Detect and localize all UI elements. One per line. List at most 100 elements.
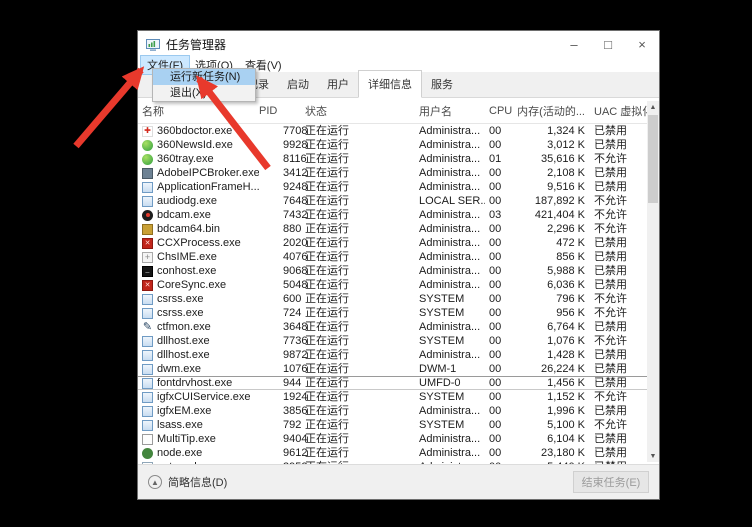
- process-status: 正在运行: [305, 419, 349, 431]
- circle-green-icon: [142, 153, 153, 165]
- process-row[interactable]: dllhost.exe 7736 正在运行 SYSTEM 00 1,076 K 不允许: [138, 334, 659, 348]
- process-memory: 1,456 K: [547, 377, 585, 389]
- process-row[interactable]: audiodg.exe 7648 正在运行 LOCAL SER... 00 187,892…: [138, 194, 659, 208]
- column-header-6[interactable]: UAC 虚拟化: [590, 103, 654, 119]
- process-name: MultiTip.exe: [157, 433, 216, 445]
- column-header-2[interactable]: 状态: [305, 103, 419, 119]
- column-header-0[interactable]: 名称: [138, 103, 259, 119]
- circle-green-icon: [142, 139, 153, 151]
- process-user: SYSTEM: [419, 419, 465, 431]
- process-row[interactable]: 360NewsId.exe 9928 正在运行 Administra... 00 3,01…: [138, 138, 659, 152]
- process-uac: 已禁用: [594, 405, 627, 417]
- process-name: fontdrvhost.exe: [157, 377, 233, 389]
- process-uac: 不允许: [594, 293, 627, 305]
- process-status: 正在运行: [305, 125, 349, 137]
- process-cpu: 00: [489, 251, 502, 263]
- process-row[interactable]: CoreSync.exe 5048正在运行 Administra... 00 6,036…: [138, 278, 659, 292]
- process-row[interactable]: csrss.exe 600 正在运行 SYSTEM 00 796 K 不允许: [138, 292, 659, 306]
- process-pid: 792: [283, 419, 302, 431]
- minimize-button[interactable]: –: [557, 31, 591, 57]
- process-user: Administra...: [419, 447, 481, 459]
- column-header-5[interactable]: 内存(活动的...: [513, 103, 590, 119]
- process-user: Administra...: [419, 251, 481, 263]
- process-pid: 7432: [283, 209, 308, 221]
- process-status: 正在运行: [305, 181, 349, 193]
- process-pid: 9612: [283, 447, 308, 459]
- process-uac: 已禁用: [594, 237, 627, 249]
- process-name: igfxEM.exe: [157, 405, 212, 417]
- process-row[interactable]: node.exe 9612 正在运行 Administra... 00 23,180 K 已…: [138, 446, 659, 460]
- tab-详细信息[interactable]: 详细信息: [358, 70, 422, 98]
- column-header-1[interactable]: PID: [259, 105, 305, 117]
- process-status: 正在运行: [305, 265, 349, 277]
- process-row[interactable]: CCXProcess.exe 2020正在运行 Administra... 00 472…: [138, 236, 659, 250]
- scrollbar[interactable]: ▲ ▼: [647, 101, 659, 462]
- column-header-3[interactable]: 用户名: [419, 103, 485, 119]
- file-menu-item-1[interactable]: 退出(X): [153, 85, 255, 101]
- process-name: audiodg.exe: [157, 195, 217, 207]
- fewer-details-toggle[interactable]: ▲ 简略信息(D): [148, 474, 227, 490]
- process-uac: 不允许: [594, 153, 627, 165]
- process-row[interactable]: conhost.exe 9068正在运行 Administra... 00 5,988 …: [138, 264, 659, 278]
- process-memory: 421,404 K: [534, 209, 585, 221]
- process-cpu: 00: [489, 433, 502, 445]
- process-row[interactable]: ChsIME.exe 4076正在运行 Administra... 00 856 K 已禁…: [138, 250, 659, 264]
- maximize-button[interactable]: □: [591, 31, 625, 57]
- scroll-up-icon[interactable]: ▲: [647, 101, 659, 113]
- process-memory: 2,296 K: [547, 223, 585, 235]
- square-slate-icon: [142, 167, 153, 179]
- process-row[interactable]: ctfmon.exe 3648正在运行 Administra... 00 6,764 K…: [138, 320, 659, 334]
- tab-用户[interactable]: 用户: [318, 71, 358, 97]
- process-row[interactable]: 360tray.exe 8116 正在运行 Administra... 01 35,616…: [138, 152, 659, 166]
- process-row[interactable]: ApplicationFrameH... 9248 正在运行 Administra..…: [138, 180, 659, 194]
- process-user: Administra...: [419, 223, 481, 235]
- win-blue-icon: [142, 349, 153, 361]
- close-button[interactable]: ×: [625, 31, 659, 57]
- process-row[interactable]: igfxEM.exe 3856 正在运行 Administra... 00 1,996 K…: [138, 404, 659, 418]
- process-row[interactable]: bdcam.exe 7432 正在运行 Administra... 03 421,404 …: [138, 208, 659, 222]
- scroll-down-icon[interactable]: ▼: [647, 450, 659, 462]
- process-status: 正在运行: [305, 447, 349, 459]
- process-row[interactable]: fontdrvhost.exe 944 正在运行 UMFD-0 00 1,456 K 已禁用: [138, 376, 659, 390]
- process-pid: 9404: [283, 433, 308, 445]
- process-user: Administra...: [419, 125, 481, 137]
- tab-启动[interactable]: 启动: [278, 71, 318, 97]
- process-pid: 7648: [283, 195, 308, 207]
- process-pid: 5048: [283, 279, 308, 291]
- process-row[interactable]: bdcam64.bin 880 正在运行 Administra... 00 2,296 K…: [138, 222, 659, 236]
- process-row[interactable]: dllhost.exe 9872 正在运行 Administra... 00 1,428 …: [138, 348, 659, 362]
- process-uac: 已禁用: [594, 167, 627, 179]
- process-name: csrss.exe: [157, 307, 204, 319]
- process-pid: 1924: [283, 391, 308, 403]
- process-name: CoreSync.exe: [157, 279, 227, 291]
- process-cpu: 00: [489, 265, 502, 277]
- column-header-4[interactable]: CPU: [485, 105, 513, 117]
- process-uac: 不允许: [594, 419, 627, 431]
- process-row[interactable]: csrss.exe 724 正在运行 SYSTEM 00 956 K 不允许: [138, 306, 659, 320]
- tab-服务[interactable]: 服务: [422, 71, 462, 97]
- process-uac: 不允许: [594, 391, 627, 403]
- process-user: UMFD-0: [419, 377, 461, 389]
- process-cpu: 00: [489, 167, 502, 179]
- process-row[interactable]: MultiTip.exe 9404 正在运行 Administra... 00 6,104…: [138, 432, 659, 446]
- process-pid: 724: [283, 307, 302, 319]
- process-status: 正在运行: [305, 153, 349, 165]
- process-user: Administra...: [419, 433, 481, 445]
- file-menu-item-0[interactable]: 运行新任务(N): [153, 69, 255, 85]
- chevron-up-icon: ▲: [148, 475, 162, 489]
- process-pid: 9872: [283, 349, 308, 361]
- process-row[interactable]: lsass.exe 792 正在运行 SYSTEM 00 5,100 K 不允许: [138, 418, 659, 432]
- process-row[interactable]: dwm.exe 1076 正在运行 DWM-1 00 26,224 K 已禁用: [138, 362, 659, 376]
- process-row[interactable]: 360bdoctor.exe 7708正在运行 Administra... 00 1,3…: [138, 124, 659, 138]
- end-task-button[interactable]: 结束任务(E): [573, 471, 649, 493]
- process-memory: 6,036 K: [547, 279, 585, 291]
- process-row[interactable]: AdobeIPCBroker.exe 3412 正在运行 Administra... 0…: [138, 166, 659, 180]
- table-rows: 360bdoctor.exe7708正在运行Administra...001,3…: [138, 124, 659, 465]
- process-uac: 不允许: [594, 307, 627, 319]
- process-row[interactable]: igfxCUIService.exe 1924 正在运行 SYSTEM 00 1,152 …: [138, 390, 659, 404]
- process-memory: 3,012 K: [547, 139, 585, 151]
- process-status: 正在运行: [305, 377, 349, 389]
- process-cpu: 00: [489, 349, 502, 361]
- scrollbar-thumb[interactable]: [648, 115, 658, 203]
- process-name: 360NewsId.exe: [157, 139, 233, 151]
